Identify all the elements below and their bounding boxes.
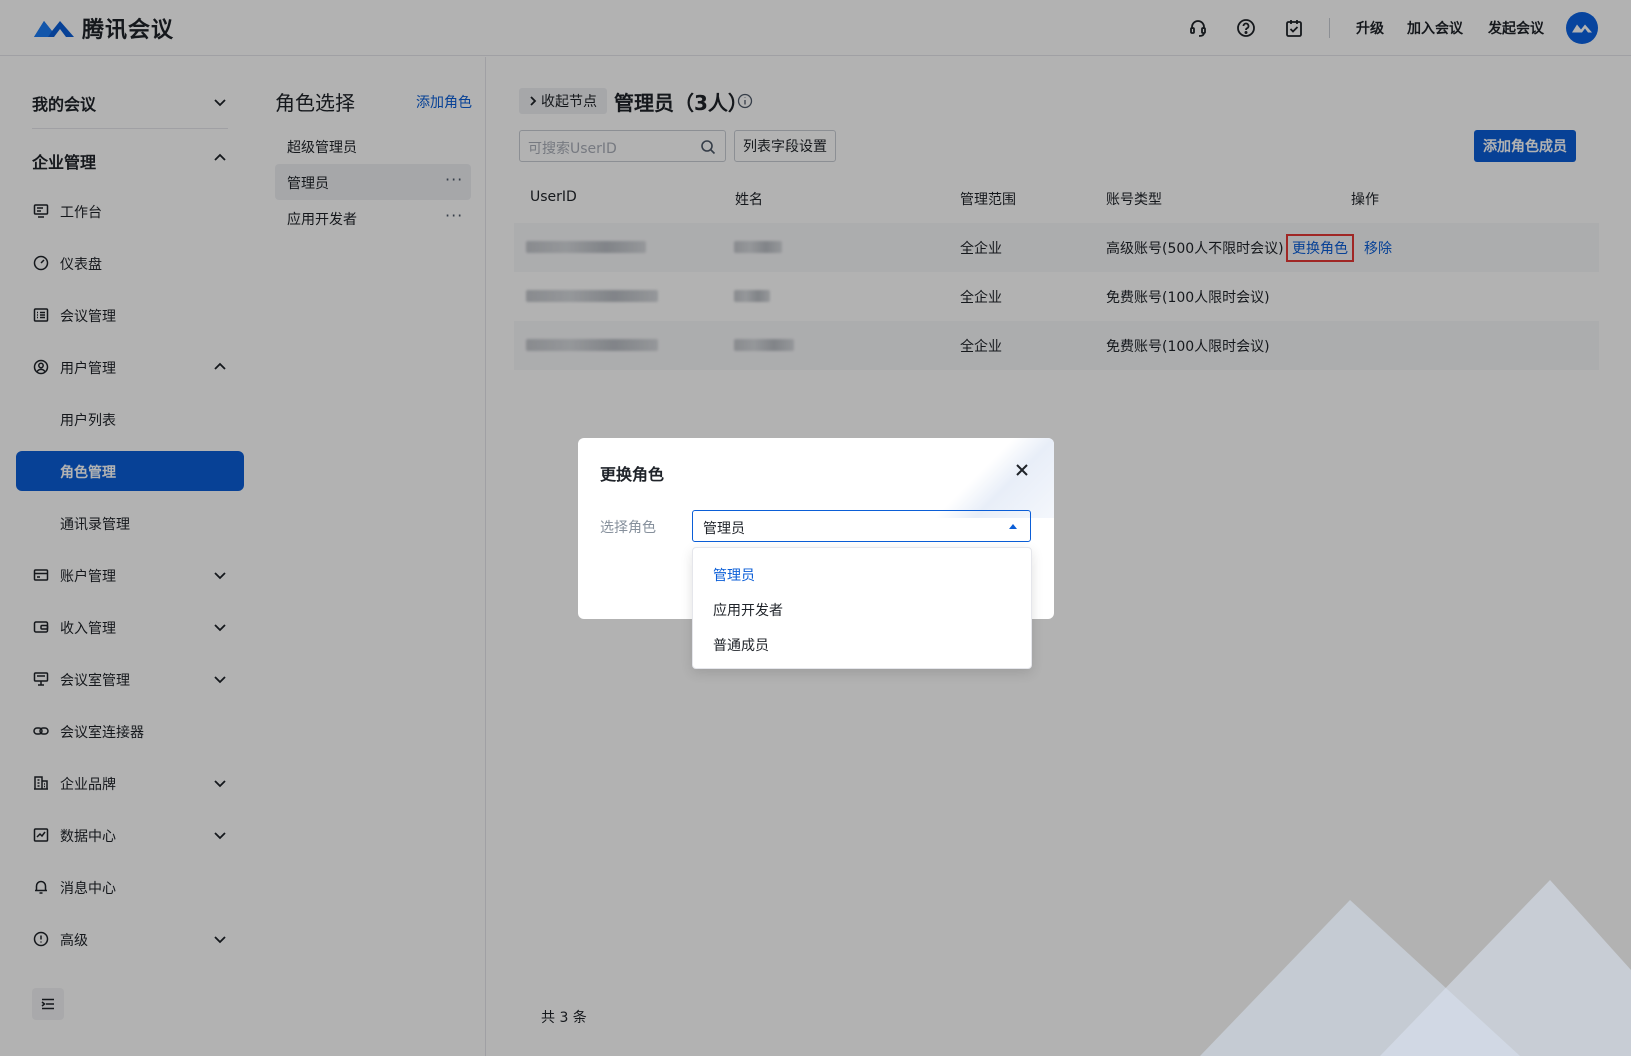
caret-up-icon — [1009, 524, 1017, 529]
role-select[interactable]: 管理员 — [692, 510, 1031, 542]
role-dropdown: 管理员 应用开发者 普通成员 — [692, 547, 1032, 669]
background-decoration — [1200, 880, 1631, 1056]
close-icon[interactable] — [1014, 462, 1030, 478]
select-role-label: 选择角色 — [600, 520, 656, 536]
dropdown-option-app-developer[interactable]: 应用开发者 — [713, 600, 783, 620]
role-select-value: 管理员 — [703, 521, 745, 537]
dropdown-option-admin[interactable]: 管理员 — [713, 565, 755, 585]
dialog-title: 更换角色 — [600, 465, 665, 484]
dropdown-option-member[interactable]: 普通成员 — [713, 635, 769, 655]
dialog-decoration — [934, 438, 1054, 518]
